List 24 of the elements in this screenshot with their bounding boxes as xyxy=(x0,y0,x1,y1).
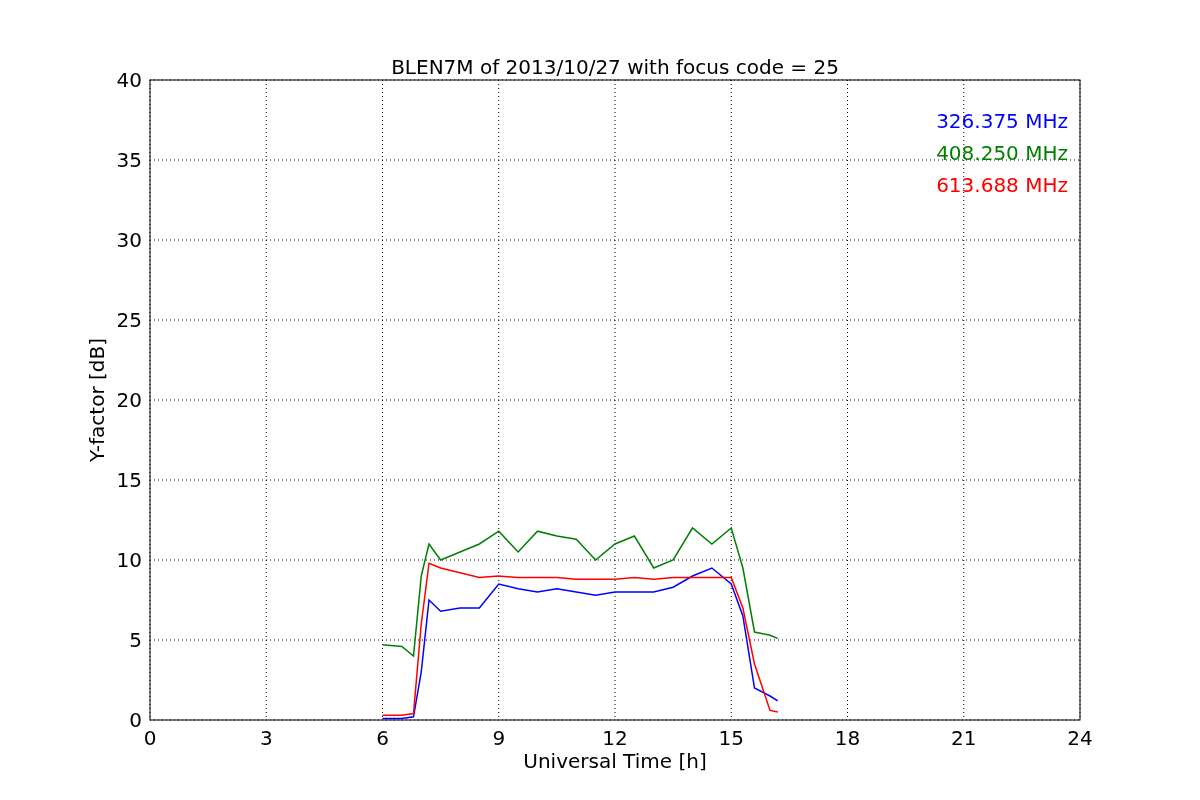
y-tick-label: 5 xyxy=(129,628,142,652)
y-tick-label: 10 xyxy=(116,548,142,572)
legend-label: 408.250 MHz xyxy=(936,141,1068,165)
x-tick-label: 9 xyxy=(492,726,506,750)
x-tick-label: 6 xyxy=(376,726,389,750)
legend-label: 326.375 MHz xyxy=(936,109,1068,133)
y-tick-label: 35 xyxy=(116,148,142,172)
y-tick-label: 30 xyxy=(116,228,142,252)
x-tick-label: 21 xyxy=(951,726,977,750)
x-tick-label: 18 xyxy=(834,726,861,750)
x-tick-label: 24 xyxy=(1067,726,1093,750)
legend-label: 613.688 MHz xyxy=(936,173,1068,197)
x-axis-label: Universal Time [h] xyxy=(523,749,707,773)
chart-title: BLEN7M of 2013/10/27 with focus code = 25 xyxy=(391,55,839,79)
y-tick-label: 25 xyxy=(116,308,142,332)
y-tick-label: 0 xyxy=(129,708,142,732)
y-tick-label: 15 xyxy=(116,468,142,492)
y-axis-label: Y-factor [dB] xyxy=(85,338,109,462)
x-tick-label: 0 xyxy=(143,726,157,750)
y-tick-label: 40 xyxy=(116,68,142,92)
y-tick-label: 20 xyxy=(116,388,142,412)
x-tick-label: 3 xyxy=(259,726,273,750)
x-tick-label: 15 xyxy=(718,726,744,750)
x-tick-label: 12 xyxy=(602,726,628,750)
